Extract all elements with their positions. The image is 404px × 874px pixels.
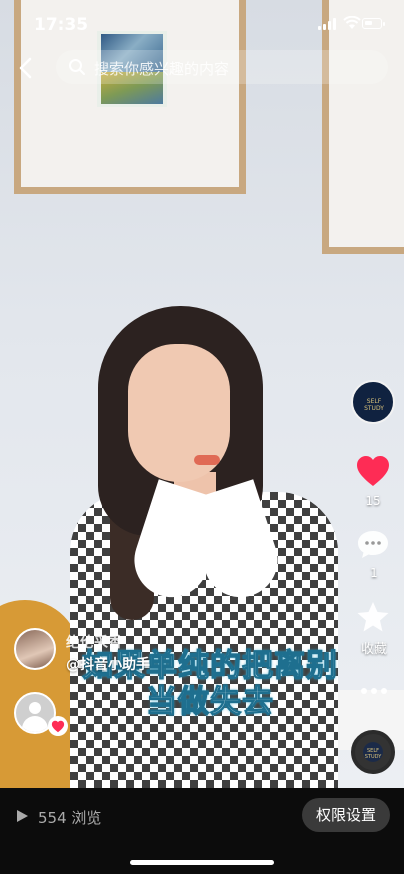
heart-icon[interactable] <box>355 454 391 488</box>
view-count: 554 浏览 <box>38 809 102 827</box>
signal-icon <box>318 18 338 30</box>
creator-avatar-rail[interactable]: SELF STUDY <box>351 380 395 424</box>
back-icon[interactable] <box>14 54 40 82</box>
wifi-icon <box>343 16 361 29</box>
battery-icon <box>362 18 385 29</box>
search-icon <box>69 59 85 75</box>
music-disc[interactable]: SELF STUDY <box>351 730 395 774</box>
status-bar: 17:35 <box>0 0 404 46</box>
douyin-video-screen: 17:35 搜索你感兴趣的内容 SELF STUDY 15 1 收藏 SELF … <box>0 0 404 874</box>
caption-line-2: 当做失去 <box>145 683 274 720</box>
star-icon[interactable] <box>355 600 391 634</box>
comment-icon[interactable] <box>356 528 390 560</box>
comment-count: 1 <box>370 566 378 580</box>
status-time: 17:35 <box>34 15 89 35</box>
mention-link[interactable]: @抖音小助手 <box>66 654 150 674</box>
search-bar[interactable]: 搜索你感兴趣的内容 <box>56 50 388 84</box>
bottom-bar: 554 浏览 权限设置 <box>0 788 404 874</box>
search-placeholder: 搜索你感兴趣的内容 <box>94 60 230 78</box>
heart-small-icon <box>51 720 65 733</box>
permission-settings-button[interactable]: 权限设置 <box>302 798 390 832</box>
more-icon[interactable] <box>360 686 388 696</box>
like-count: 15 <box>365 494 381 508</box>
play-icon <box>17 810 28 822</box>
creator-avatar[interactable] <box>14 628 56 670</box>
heart-badge[interactable] <box>48 716 68 736</box>
home-indicator[interactable] <box>130 860 274 865</box>
